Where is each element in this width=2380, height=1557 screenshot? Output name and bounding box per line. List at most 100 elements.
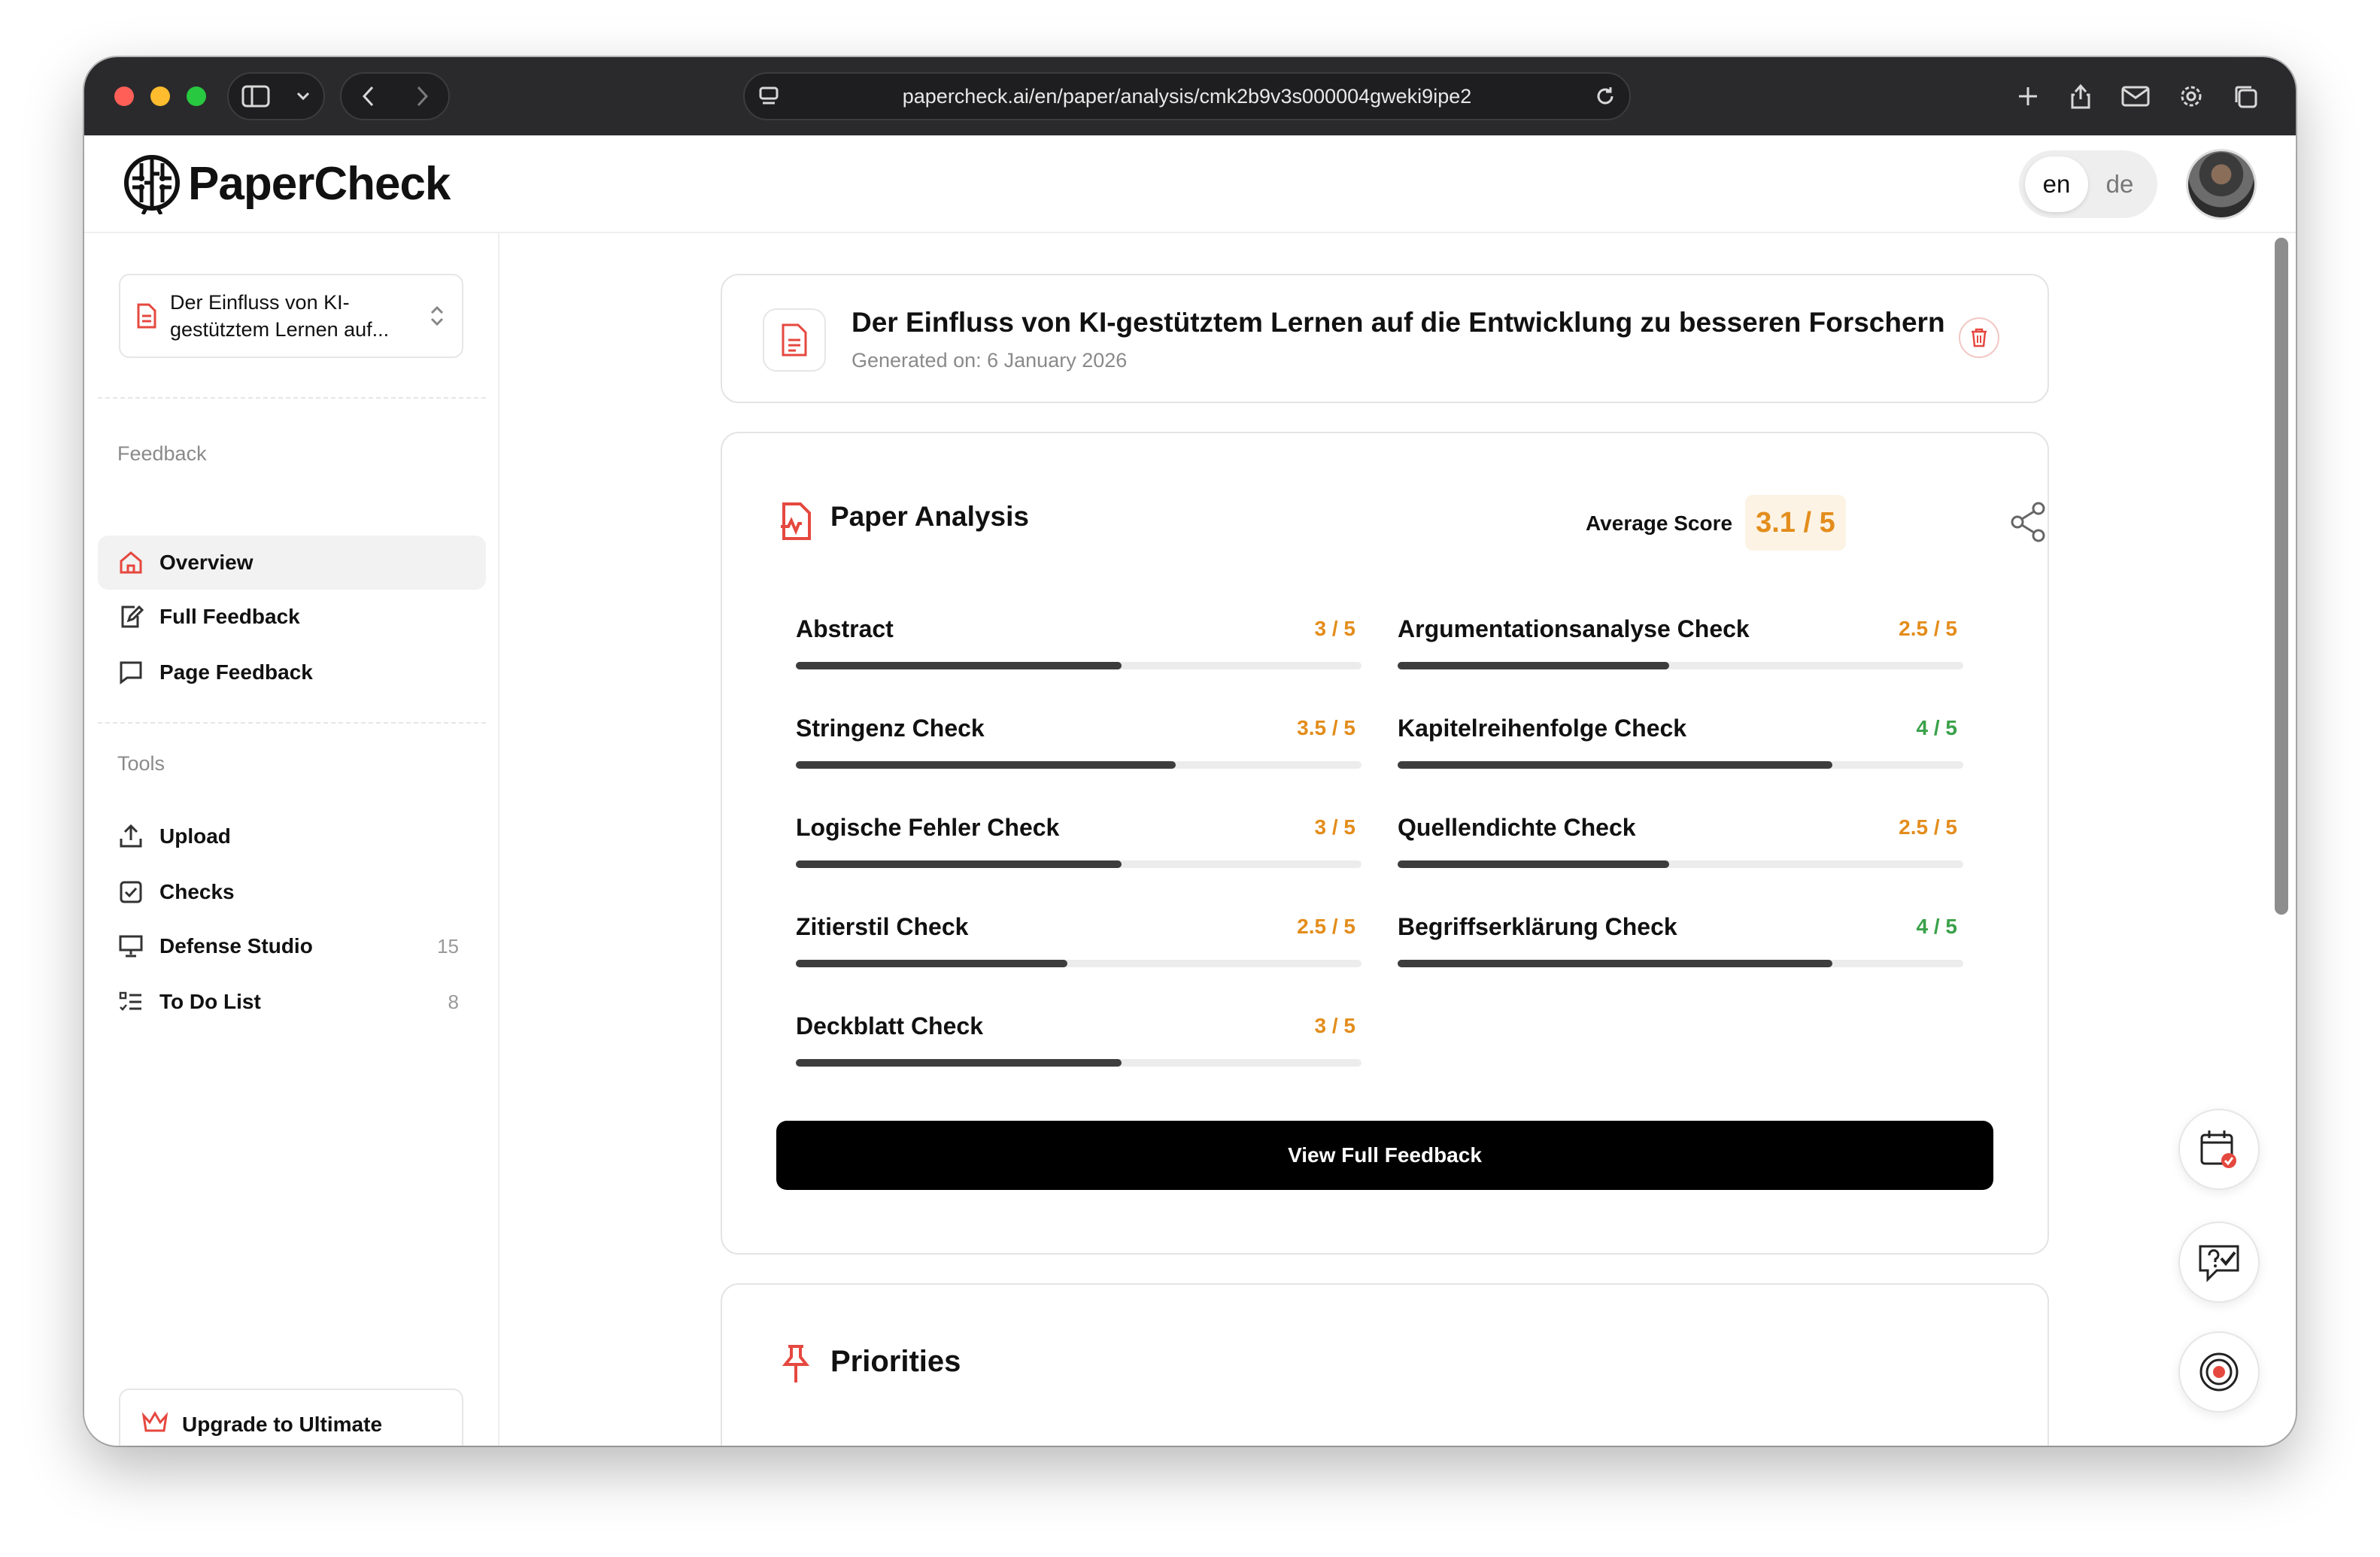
close-window-button[interactable]	[114, 86, 134, 106]
mail-icon[interactable]	[2121, 85, 2150, 108]
app-header: PaperCheck en de	[84, 135, 2296, 233]
sidebar-toggle-button[interactable]	[227, 72, 325, 120]
document-icon	[782, 323, 807, 357]
metric-score: 2.5 / 5	[1899, 815, 1957, 839]
sidebar-item-page-feedback[interactable]: Page Feedback	[98, 645, 486, 700]
metric-progress-track	[796, 860, 1362, 868]
metric-progress-fill	[796, 662, 1122, 669]
page-scrollbar[interactable]	[2275, 238, 2288, 915]
browser-actions	[2016, 72, 2258, 120]
metric-progress-track	[1398, 860, 1963, 868]
calendar-icon	[2200, 1131, 2236, 1168]
metric-name: Begriffserklärung Check	[1398, 913, 1677, 940]
metric-item: Begriffserklärung Check 4 / 5	[1398, 913, 1963, 988]
sidebar-item-label: Page Feedback	[159, 660, 313, 684]
view-full-feedback-button[interactable]: View Full Feedback	[776, 1121, 1993, 1190]
lang-de-button[interactable]: de	[2088, 156, 2151, 212]
question-fab-button[interactable]	[2178, 1222, 2260, 1303]
document-badge	[763, 308, 826, 372]
metric-progress-fill	[1398, 960, 1832, 967]
metric-progress-track	[1398, 662, 1963, 669]
sidebar-item-label: Overview	[159, 551, 253, 574]
metric-item: Argumentationsanalyse Check 2.5 / 5	[1398, 615, 1963, 690]
metric-progress-track	[796, 761, 1362, 769]
edit-document-icon	[121, 605, 144, 628]
target-fab-button[interactable]	[2178, 1331, 2260, 1413]
gear-icon[interactable]	[2178, 83, 2204, 109]
metric-progress-track	[1398, 960, 1963, 967]
document-icon	[137, 303, 156, 329]
user-avatar[interactable]	[2186, 149, 2257, 220]
metric-name: Logische Fehler Check	[796, 814, 1060, 841]
brain-logo-icon	[124, 155, 180, 214]
sidebar-icon	[241, 85, 270, 108]
metric-score: 2.5 / 5	[1899, 617, 1957, 640]
address-bar[interactable]: papercheck.ai/en/paper/analysis/cmk2b9v3…	[743, 72, 1631, 120]
metric-score: 4 / 5	[1916, 915, 1957, 938]
crown-icon	[141, 1410, 168, 1431]
paper-selector[interactable]: Der Einfluss von KI-gestütztem Lernen au…	[119, 274, 463, 358]
trash-icon	[1972, 328, 1987, 348]
lang-en-button[interactable]: en	[2025, 156, 2088, 212]
share-nodes-icon[interactable]	[2008, 501, 2048, 543]
page-settings-icon[interactable]	[758, 85, 779, 108]
paper-selector-label: Der Einfluss von KI-gestütztem Lernen au…	[170, 291, 390, 341]
browser-window: papercheck.ai/en/paper/analysis/cmk2b9v3…	[84, 57, 2296, 1446]
url-text: papercheck.ai/en/paper/analysis/cmk2b9v3…	[902, 84, 1472, 108]
paper-analysis-card: Paper Analysis Average Score 3.1 / 5 Abs…	[721, 432, 2049, 1255]
minimize-window-button[interactable]	[150, 86, 170, 106]
paper-title: Der Einfluss von KI-gestütztem Lernen au…	[852, 307, 1945, 338]
reload-icon[interactable]	[1595, 86, 1616, 107]
metric-name: Kapitelreihenfolge Check	[1398, 715, 1687, 742]
sidebar-item-defense-studio[interactable]: Defense Studio 15	[98, 919, 486, 973]
tabs-overview-icon[interactable]	[2233, 83, 2258, 109]
metric-name: Argumentationsanalyse Check	[1398, 615, 1750, 642]
forward-arrow-icon[interactable]	[414, 85, 430, 108]
upgrade-button[interactable]: Upgrade to Ultimate	[119, 1389, 463, 1446]
checkbox-icon	[120, 881, 142, 903]
sidebar-item-label: Defense Studio	[159, 934, 313, 958]
sidebar-item-overview[interactable]: Overview	[98, 536, 486, 590]
sidebar-item-count: 15	[437, 934, 459, 958]
sidebar-item-label: To Do List	[159, 990, 261, 1013]
metric-score: 3 / 5	[1314, 815, 1355, 839]
back-arrow-icon[interactable]	[361, 85, 376, 108]
comment-icon	[120, 661, 142, 684]
sidebar-item-to-do-list[interactable]: To Do List 8	[98, 975, 486, 1029]
delete-button[interactable]	[1959, 317, 1999, 358]
target-icon	[2199, 1352, 2239, 1392]
calendar-fab-button[interactable]	[2178, 1109, 2260, 1190]
sidebar-item-checks[interactable]: Checks	[98, 865, 486, 919]
sidebar-item-upload[interactable]: Upload	[98, 809, 486, 863]
upload-icon	[120, 824, 142, 848]
new-tab-icon[interactable]	[2016, 84, 2040, 108]
sidebar-item-full-feedback[interactable]: Full Feedback	[98, 590, 486, 644]
generated-date: Generated on: 6 January 2026	[852, 349, 1128, 372]
sidebar-divider	[98, 722, 486, 724]
metric-score: 3.5 / 5	[1297, 716, 1355, 739]
metric-progress-fill	[796, 1059, 1122, 1067]
tools-section-label: Tools	[117, 752, 165, 775]
history-nav	[340, 72, 450, 120]
share-icon[interactable]	[2069, 83, 2093, 110]
pin-icon	[782, 1345, 810, 1382]
metric-progress-fill	[1398, 662, 1669, 669]
metric-progress-track	[796, 1059, 1362, 1067]
metric-score: 4 / 5	[1916, 716, 1957, 739]
list-icon	[119, 991, 141, 1011]
average-score-label: Average Score	[1586, 511, 1733, 535]
papercheck-logo[interactable]: PaperCheck	[123, 153, 451, 214]
browser-toolbar: papercheck.ai/en/paper/analysis/cmk2b9v3…	[84, 57, 2296, 135]
metric-score: 3 / 5	[1314, 1014, 1355, 1037]
metric-item: Stringenz Check 3.5 / 5	[796, 715, 1362, 790]
metric-name: Abstract	[796, 615, 894, 642]
metric-progress-fill	[1398, 761, 1832, 769]
priorities-card: Priorities	[721, 1283, 2049, 1446]
metric-progress-track	[1398, 761, 1963, 769]
metric-item: Zitierstil Check 2.5 / 5	[796, 913, 1362, 988]
chevron-up-down-icon	[430, 305, 444, 326]
metric-progress-fill	[796, 960, 1067, 967]
home-icon	[120, 551, 142, 574]
maximize-window-button[interactable]	[187, 86, 206, 106]
metric-progress-track	[796, 662, 1362, 669]
